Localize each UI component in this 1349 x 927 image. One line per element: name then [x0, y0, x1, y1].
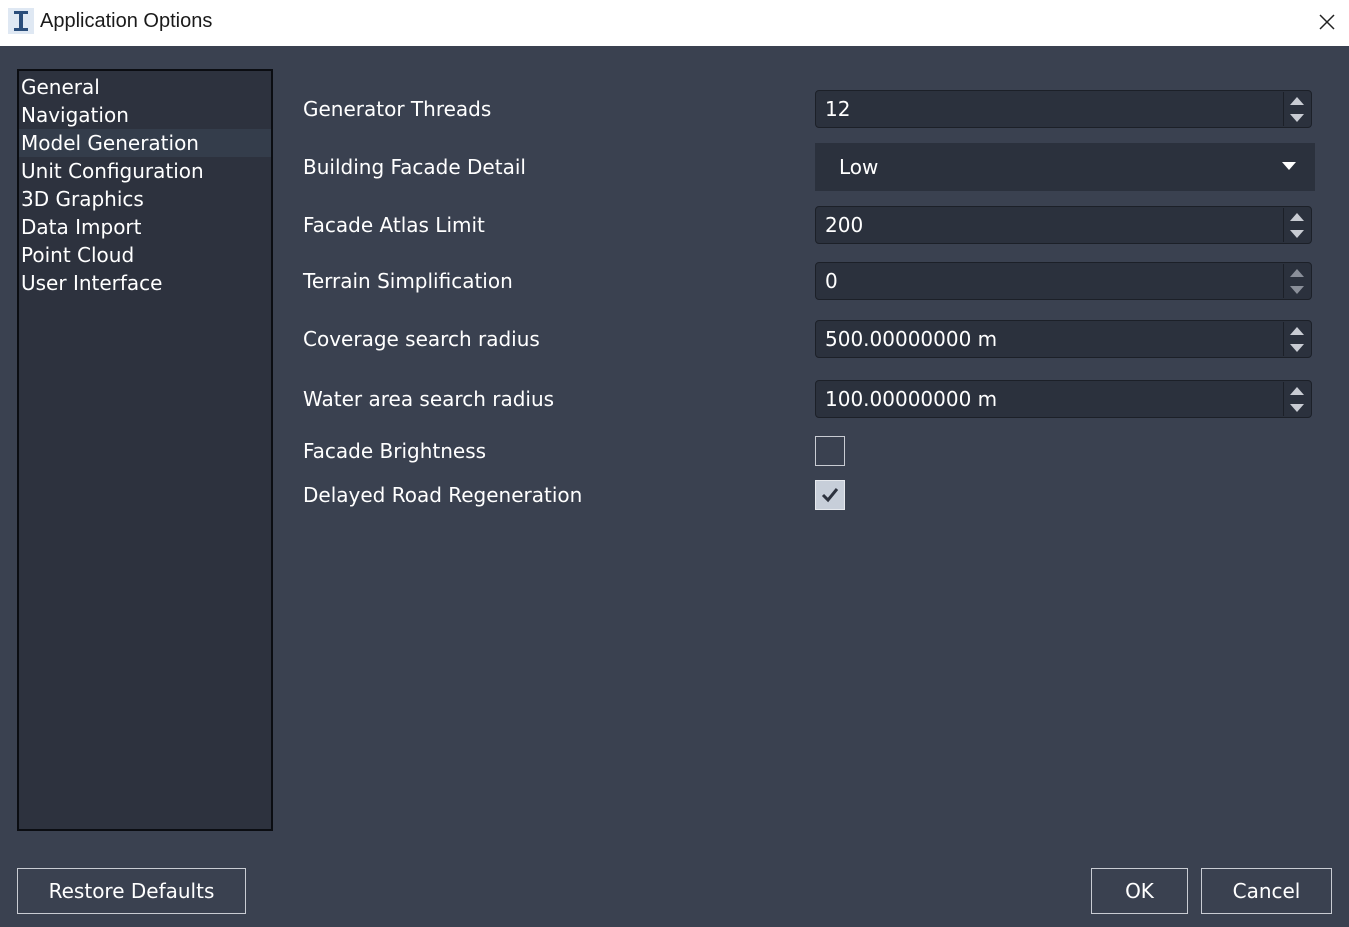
generator-threads-label: Generator Threads: [303, 97, 492, 121]
spin-buttons: [1283, 322, 1310, 356]
arrow-up-icon: [1290, 96, 1304, 105]
terrain-simplification-input[interactable]: [816, 263, 1276, 299]
spin-up-button[interactable]: [1284, 264, 1310, 281]
facade-brightness-label: Facade Brightness: [303, 439, 487, 463]
spin-buttons: [1283, 208, 1310, 242]
water-area-search-radius-input[interactable]: [816, 381, 1276, 417]
spin-down-button[interactable]: [1284, 225, 1310, 242]
generator-threads-input[interactable]: [816, 91, 1276, 127]
arrow-down-icon: [1290, 229, 1304, 238]
facade-brightness-checkbox[interactable]: [815, 436, 845, 466]
close-icon: [1319, 14, 1335, 30]
spin-down-button[interactable]: [1284, 281, 1310, 298]
arrow-down-icon: [1290, 113, 1304, 122]
spin-up-button[interactable]: [1284, 92, 1310, 109]
building-facade-detail-dropdown[interactable]: Low: [815, 143, 1315, 191]
generator-threads-spinbox: [815, 90, 1312, 128]
spin-buttons: [1283, 382, 1310, 416]
spin-up-button[interactable]: [1284, 208, 1310, 225]
ok-button[interactable]: OK: [1091, 868, 1188, 914]
terrain-simplification-label: Terrain Simplification: [303, 269, 513, 293]
spin-down-button[interactable]: [1284, 339, 1310, 356]
spin-down-button[interactable]: [1284, 109, 1310, 126]
cancel-button[interactable]: Cancel: [1201, 868, 1332, 914]
arrow-down-icon: [1290, 343, 1304, 352]
sidebar-item-point-cloud[interactable]: Point Cloud: [19, 241, 271, 269]
delayed-road-regeneration-checkbox[interactable]: [815, 480, 845, 510]
checkmark-icon: [821, 488, 839, 503]
water-area-search-radius-spinbox: [815, 380, 1312, 418]
sidebar-item-general[interactable]: General: [19, 73, 271, 101]
arrow-up-icon: [1290, 268, 1304, 277]
dropdown-selected-value: Low: [839, 155, 879, 179]
coverage-search-radius-input[interactable]: [816, 321, 1276, 357]
arrow-up-icon: [1290, 212, 1304, 221]
chevron-down-icon: [1282, 162, 1296, 170]
facade-atlas-limit-input[interactable]: [816, 207, 1276, 243]
delayed-road-regeneration-label: Delayed Road Regeneration: [303, 483, 583, 507]
spin-down-button[interactable]: [1284, 399, 1310, 416]
sidebar-item-unit-configuration[interactable]: Unit Configuration: [19, 157, 271, 185]
sidebar-item-navigation[interactable]: Navigation: [19, 101, 271, 129]
arrow-up-icon: [1290, 326, 1304, 335]
facade-atlas-limit-spinbox: [815, 206, 1312, 244]
spin-buttons: [1283, 264, 1310, 298]
facade-atlas-limit-label: Facade Atlas Limit: [303, 213, 485, 237]
spin-up-button[interactable]: [1284, 322, 1310, 339]
title-bar: Application Options: [0, 0, 1349, 46]
window-title: Application Options: [40, 10, 213, 32]
restore-defaults-button[interactable]: Restore Defaults: [17, 868, 246, 914]
water-area-search-radius-label: Water area search radius: [303, 387, 555, 411]
sidebar-item-model-generation[interactable]: Model Generation: [19, 129, 271, 157]
app-i-icon: [8, 8, 34, 34]
arrow-up-icon: [1290, 386, 1304, 395]
spin-buttons: [1283, 92, 1310, 126]
close-button[interactable]: [1306, 2, 1348, 42]
arrow-down-icon: [1290, 403, 1304, 412]
sidebar-item-user-interface[interactable]: User Interface: [19, 269, 271, 297]
spin-up-button[interactable]: [1284, 382, 1310, 399]
sidebar-item-data-import[interactable]: Data Import: [19, 213, 271, 241]
options-category-list: General Navigation Model Generation Unit…: [17, 69, 273, 831]
arrow-down-icon: [1290, 285, 1304, 294]
sidebar-item-3d-graphics[interactable]: 3D Graphics: [19, 185, 271, 213]
terrain-simplification-spinbox: [815, 262, 1312, 300]
coverage-search-radius-spinbox: [815, 320, 1312, 358]
building-facade-detail-label: Building Facade Detail: [303, 155, 526, 179]
coverage-search-radius-label: Coverage search radius: [303, 327, 540, 351]
